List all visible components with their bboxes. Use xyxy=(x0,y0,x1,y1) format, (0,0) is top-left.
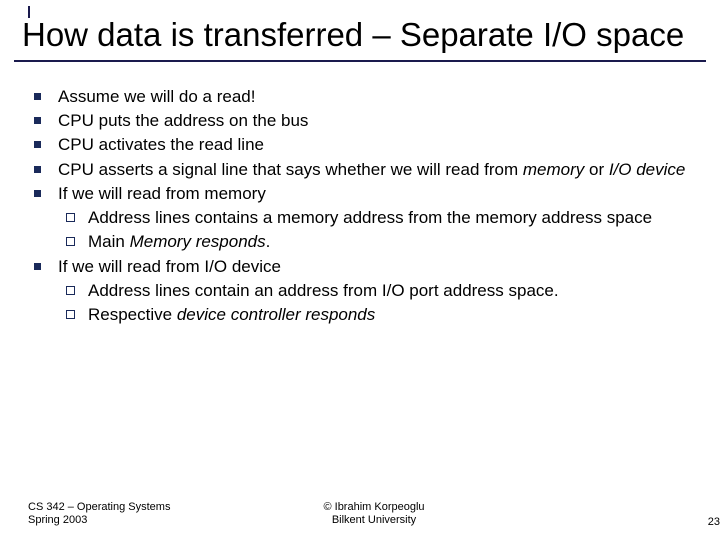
bullet-text-pre: CPU asserts a signal line that says whet… xyxy=(58,160,523,179)
slide-title: How data is transferred – Separate I/O s… xyxy=(22,16,706,54)
footer-university: Bilkent University xyxy=(323,514,424,528)
title-block: How data is transferred – Separate I/O s… xyxy=(14,6,706,62)
footer-pagenum: 23 xyxy=(708,516,720,528)
content-block: Assume we will do a read! CPU puts the a… xyxy=(14,62,706,326)
bullet-text: If we will read from memory xyxy=(58,184,266,203)
bullet-italic: device controller responds xyxy=(177,305,375,324)
footer-course: CS 342 – Operating Systems xyxy=(28,501,170,515)
list-item: Address lines contain an address from I/… xyxy=(58,280,696,301)
list-item: CPU asserts a signal line that says whet… xyxy=(28,159,696,180)
footer-term: Spring 2003 xyxy=(28,514,170,528)
bullet-text: CPU activates the read line xyxy=(58,135,264,154)
bullet-text: Address lines contains a memory address … xyxy=(88,208,652,227)
bullet-text-pre: Main xyxy=(88,232,130,251)
list-item: If we will read from I/O device Address … xyxy=(28,256,696,326)
list-item: Assume we will do a read! xyxy=(28,86,696,107)
title-accent xyxy=(28,6,30,18)
bullet-text-post: . xyxy=(266,232,271,251)
sub-bullet-list: Address lines contains a memory address … xyxy=(58,207,696,253)
bullet-text: If we will read from I/O device xyxy=(58,257,281,276)
list-item: CPU activates the read line xyxy=(28,134,696,155)
bullet-list: Assume we will do a read! CPU puts the a… xyxy=(28,86,696,326)
list-item: Main Memory responds. xyxy=(58,231,696,252)
sub-bullet-list: Address lines contain an address from I/… xyxy=(58,280,696,326)
footer: CS 342 – Operating Systems Spring 2003 ©… xyxy=(28,501,720,529)
list-item: If we will read from memory Address line… xyxy=(28,183,696,253)
footer-copyright: © Ibrahim Korpeoglu xyxy=(323,501,424,515)
bullet-text-mid: or xyxy=(584,160,609,179)
bullet-italic: Memory responds xyxy=(130,232,266,251)
bullet-italic: I/O device xyxy=(609,160,686,179)
bullet-text: CPU puts the address on the bus xyxy=(58,111,308,130)
list-item: Address lines contains a memory address … xyxy=(58,207,696,228)
footer-left: CS 342 – Operating Systems Spring 2003 xyxy=(28,501,170,529)
slide: How data is transferred – Separate I/O s… xyxy=(14,0,706,540)
bullet-text: Assume we will do a read! xyxy=(58,87,255,106)
list-item: Respective device controller responds xyxy=(58,304,696,325)
footer-center: © Ibrahim Korpeoglu Bilkent University xyxy=(323,501,424,529)
bullet-text-pre: Respective xyxy=(88,305,177,324)
bullet-text: Address lines contain an address from I/… xyxy=(88,281,559,300)
bullet-italic: memory xyxy=(523,160,584,179)
list-item: CPU puts the address on the bus xyxy=(28,110,696,131)
